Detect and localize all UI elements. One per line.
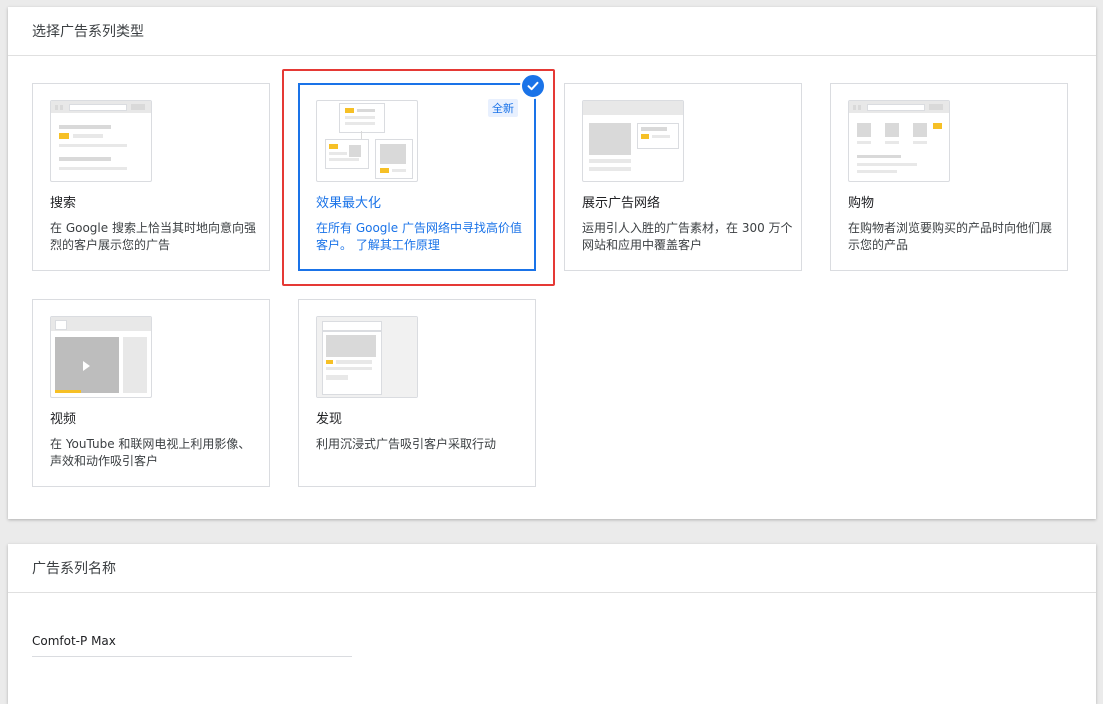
search-thumbnail <box>50 100 152 182</box>
new-badge: 全新 <box>488 99 518 117</box>
card-search-desc: 在 Google 搜索上恰当其时地向意向强烈的客户展示您的广告 <box>50 221 256 252</box>
card-discovery-desc: 利用沉浸式广告吸引客户采取行动 <box>316 437 497 451</box>
campaign-name-title: 广告系列名称 <box>8 544 1096 593</box>
card-performance-max[interactable]: 全新 效果最大化 在所有 Google 广告网络中寻找高价值客户。 了解其工作原… <box>298 73 546 271</box>
display-thumbnail <box>582 100 684 182</box>
card-video-title: 视频 <box>50 412 77 427</box>
discovery-thumbnail <box>316 316 418 398</box>
shopping-thumbnail <box>848 100 950 182</box>
card-performance-max-desc: 在所有 Google 广告网络中寻找高价值客户。 了解其工作原理 <box>316 221 522 252</box>
card-video[interactable]: 视频 在 YouTube 和联网电视上利用影像、声效和动作吸引客户 <box>32 299 270 487</box>
performance-max-thumbnail <box>316 100 418 182</box>
card-video-desc: 在 YouTube 和联网电视上利用影像、声效和动作吸引客户 <box>50 437 251 468</box>
card-discovery[interactable]: 发现 利用沉浸式广告吸引客户采取行动 <box>298 299 536 487</box>
check-circle-icon <box>520 73 546 99</box>
card-display-title: 展示广告网络 <box>582 196 661 211</box>
play-icon <box>83 361 90 371</box>
card-discovery-title: 发现 <box>316 412 343 427</box>
campaign-name-input[interactable] <box>32 626 352 657</box>
campaign-name-panel: 广告系列名称 <box>8 544 1096 704</box>
card-performance-max-title: 效果最大化 <box>316 196 382 211</box>
card-shopping-title: 购物 <box>848 196 875 211</box>
card-search-title: 搜索 <box>50 196 77 211</box>
card-shopping[interactable]: 购物 在购物者浏览要购买的产品时向他们展示您的产品 <box>830 83 1068 271</box>
card-display-desc: 运用引人入胜的广告素材，在 300 万个网站和应用中覆盖客户 <box>582 221 793 252</box>
campaign-type-title: 选择广告系列类型 <box>8 7 1096 56</box>
card-shopping-desc: 在购物者浏览要购买的产品时向他们展示您的产品 <box>848 221 1053 252</box>
video-thumbnail <box>50 316 152 398</box>
card-search[interactable]: 搜索 在 Google 搜索上恰当其时地向意向强烈的客户展示您的广告 <box>32 83 270 271</box>
card-display[interactable]: 展示广告网络 运用引人入胜的广告素材，在 300 万个网站和应用中覆盖客户 <box>564 83 802 271</box>
campaign-type-panel: 选择广告系列类型 搜索 在 Google 搜索上恰当其时地向意向强烈的客户展示您… <box>8 7 1096 519</box>
